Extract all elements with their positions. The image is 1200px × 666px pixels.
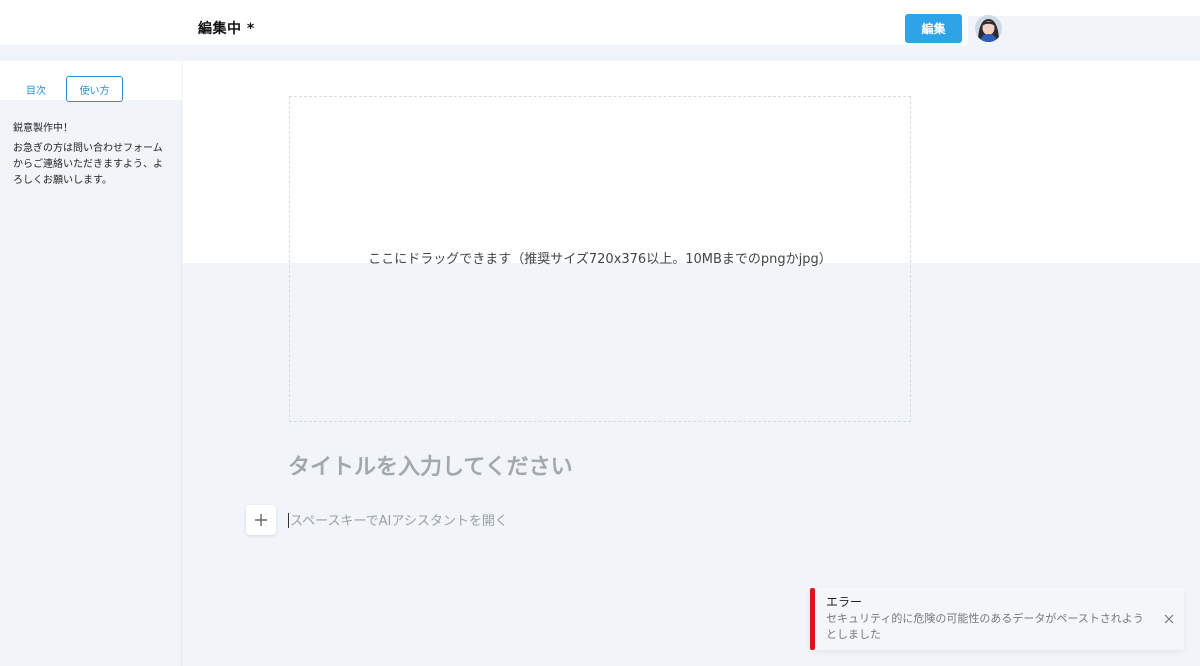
sidebar-text: お急ぎの方は問い合わせフォームからご連絡いただきますよう、よろしくお願いします。 (13, 143, 163, 186)
tab-howto[interactable]: 使い方 (66, 76, 123, 102)
avatar[interactable] (975, 15, 1002, 42)
add-block-button[interactable] (246, 505, 276, 535)
page-title: 編集中 * (198, 21, 255, 37)
toast-close-button[interactable] (1160, 610, 1178, 628)
close-icon (1164, 614, 1174, 624)
edit-button[interactable]: 編集 (905, 14, 962, 43)
plus-icon (255, 514, 267, 526)
toast-error-bar (810, 588, 815, 650)
top-header: 編集中 * 編集 (0, 0, 1200, 45)
header-band (968, 16, 1200, 45)
text-caret (288, 513, 289, 528)
sidebar: 目次 使い方 鋭意製作中！ お急ぎの方は問い合わせフォームからご連絡いただきます… (0, 61, 182, 666)
dropzone-text: ここにドラッグできます（推奨サイズ720x376以上。10MBまでのpngかjp… (368, 252, 832, 267)
user-avatar-icon (975, 15, 1002, 42)
error-toast: エラー セキュリティ的に危険の可能性のあるデータがペーストされようとしました (810, 588, 1184, 650)
sidebar-heading: 鋭意製作中！ (13, 123, 73, 134)
toast-title: エラー (826, 595, 863, 609)
toast-message: セキュリティ的に危険の可能性のあるデータがペーストされようとしました (826, 612, 1144, 641)
tab-toc[interactable]: 目次 (14, 76, 58, 102)
title-input[interactable] (288, 450, 988, 484)
body-input[interactable] (290, 510, 790, 532)
editor-page: 編集中 * 編集 目次 使い方 鋭意製作中！ お急ぎの方は問い合わせフォームから… (0, 0, 1200, 666)
